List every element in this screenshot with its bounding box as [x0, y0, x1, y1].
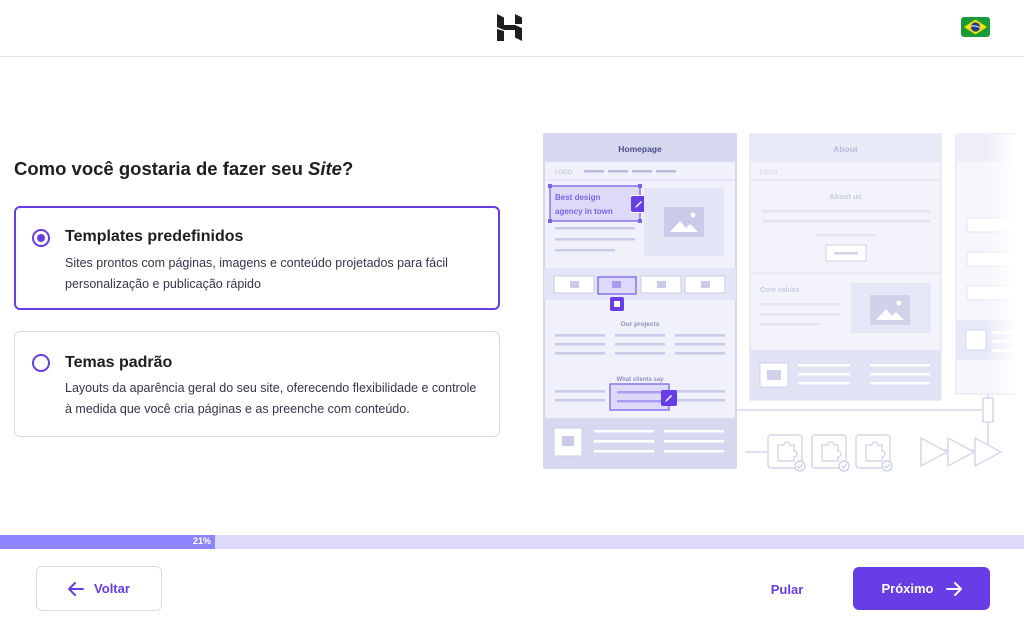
progress-fill [0, 535, 215, 549]
homepage-title: Homepage [618, 144, 662, 154]
svg-text:Best design: Best design [555, 193, 600, 202]
page-title: Como você gostaria de fazer seu Site? [14, 158, 353, 180]
next-button[interactable]: Próximo [853, 567, 990, 610]
svg-text:Our projects: Our projects [621, 321, 660, 328]
skip-button[interactable]: Pular [760, 576, 814, 602]
radio-selected-icon[interactable] [32, 229, 50, 247]
title-text: Como você gostaria de fazer seu [14, 158, 309, 179]
arrow-left-icon [68, 581, 85, 596]
brazil-flag-icon[interactable] [961, 17, 990, 37]
back-button-label: Voltar [94, 581, 130, 596]
option-title: Templates predefinidos [65, 228, 244, 245]
next-button-label: Próximo [881, 581, 934, 596]
back-button[interactable]: Voltar [36, 566, 162, 611]
title-emphasis: Site [308, 158, 342, 179]
about-page-title: About [833, 144, 858, 154]
svg-text:Core values: Core values [760, 287, 800, 294]
option-temas-padrao[interactable]: Temas padrão Layouts da aparência geral … [14, 331, 500, 437]
radio-unselected-icon[interactable] [32, 354, 50, 372]
progress-label: 21% [193, 536, 212, 546]
svg-text:About us: About us [829, 192, 862, 201]
option-description: Layouts da aparência geral do seu site, … [65, 381, 477, 416]
svg-text:LOGO: LOGO [555, 170, 573, 176]
svg-text:What clients say: What clients say [616, 377, 664, 383]
website-templates-illustration: About LOGO About us Core values Homepage… [540, 128, 1017, 478]
top-header [0, 0, 1024, 57]
option-description: Sites prontos com páginas, imagens e con… [65, 256, 448, 291]
option-title: Temas padrão [65, 354, 173, 371]
svg-text:agency in town: agency in town [555, 207, 613, 216]
progress-bar: 21% [0, 535, 1024, 549]
title-suffix: ? [341, 158, 354, 179]
hostinger-logo-icon[interactable] [497, 14, 522, 41]
option-templates-predefinidos[interactable]: Templates predefinidos Sites prontos com… [14, 206, 500, 310]
svg-text:LOGO: LOGO [760, 170, 778, 176]
arrow-right-icon [945, 581, 962, 596]
